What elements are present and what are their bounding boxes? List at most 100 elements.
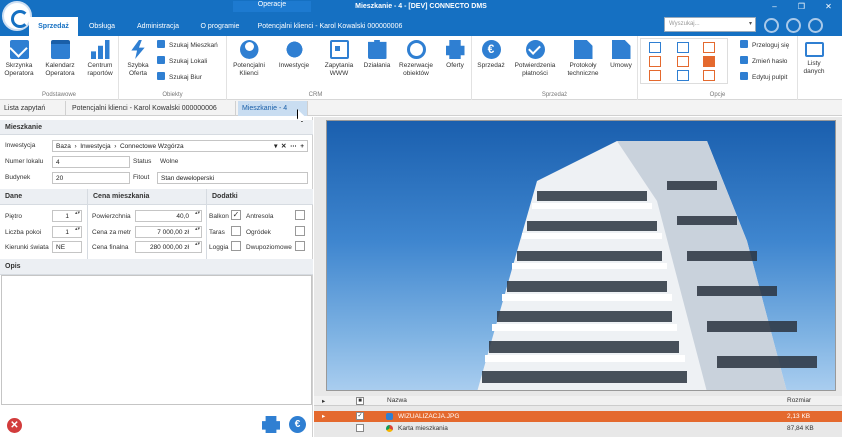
document-tabs: Lista zapytań Potencjalni klienci - Karo… <box>0 100 842 116</box>
potencjalni-klienci-button[interactable]: Potencjalni Klienci <box>229 38 269 78</box>
inwestycja-actions[interactable]: ▾ ✕ ⋯ + <box>274 142 304 150</box>
column-nazwa[interactable]: Nazwa <box>387 397 407 404</box>
theme-option-icon[interactable] <box>649 70 661 81</box>
sync-icon[interactable] <box>764 18 779 33</box>
theme-option-icon[interactable] <box>677 42 689 53</box>
rezerwacje-obiektow-button[interactable]: Rezerwacje obiektów <box>396 38 436 78</box>
close-button[interactable]: ✕ <box>815 0 842 14</box>
minimize-button[interactable]: – <box>761 0 788 14</box>
antresola-checkbox[interactable] <box>295 210 305 220</box>
inwestycje-button[interactable]: Inwestycje <box>275 38 313 70</box>
theme-option-icon[interactable] <box>703 70 715 81</box>
balkon-checkbox[interactable]: ✓ <box>231 210 241 220</box>
balkon-label: Balkon <box>209 213 229 220</box>
cancel-button[interactable]: ✕ <box>7 418 22 433</box>
cena-za-metr-label: Cena za metr <box>92 229 132 236</box>
search-input[interactable]: Wyszukaj... <box>664 17 756 32</box>
refresh-icon[interactable] <box>786 18 801 33</box>
inwestycja-breadcrumb[interactable]: Baza › Inwestycja › Connectowe Wzgórza ▾… <box>52 140 308 152</box>
sprzedaz-button[interactable]: € Sprzedaż <box>474 38 508 70</box>
column-rozmiar[interactable]: Rozmiar <box>787 397 811 404</box>
contract-icon <box>611 40 631 59</box>
theme-option-icon[interactable] <box>703 42 715 53</box>
kalendarz-operatora-button[interactable]: Kalendarz Operatora <box>40 38 80 78</box>
taras-checkbox[interactable] <box>231 226 241 236</box>
cena-finalna-label: Cena finalna <box>92 244 129 251</box>
listy-danych-button[interactable]: Listy danych <box>800 38 828 76</box>
theme-option-icon[interactable] <box>649 56 661 67</box>
budynek-input[interactable]: 20 <box>52 172 130 184</box>
apartment-photo[interactable] <box>326 120 836 391</box>
tab-obsluga[interactable]: Obsługa <box>80 17 124 36</box>
powierzchnia-stepper[interactable]: 40,0 <box>135 210 202 222</box>
theme-option-selected-icon[interactable] <box>703 56 715 67</box>
id-card-icon <box>329 40 349 59</box>
centrum-raportow-button[interactable]: Centrum raportów <box>84 38 116 78</box>
window-controls: – ❐ ✕ <box>761 0 842 14</box>
potwierdzenia-platnosci-button[interactable]: Potwierdzenia płatności <box>510 38 560 78</box>
edytuj-pulpit-button[interactable]: Edytuj pulpit <box>740 72 787 82</box>
group-label: Sprzedaż <box>541 92 568 98</box>
select-all-checkbox[interactable]: ■ <box>356 397 364 405</box>
skrzynka-operatora-button[interactable]: Skrzynka Operatora <box>2 38 36 78</box>
monitor-icon <box>804 42 824 57</box>
zapytania-www-button[interactable]: Zapytania WWW <box>318 38 360 78</box>
euro-icon: € <box>481 40 501 59</box>
cena-za-metr-stepper[interactable]: 7 000,00 zł <box>135 226 202 238</box>
file-row[interactable]: Karta mieszkania 87,84 KB <box>314 423 842 434</box>
szukaj-biur-button[interactable]: Szukaj Biur <box>157 72 202 82</box>
desktop-icon <box>740 72 748 80</box>
tab-potencjalni-klienci[interactable]: Potencjalni klienci - Karol Kowalski 000… <box>252 17 408 36</box>
restore-button[interactable]: ❐ <box>788 0 815 14</box>
theme-option-icon[interactable] <box>677 56 689 67</box>
group-label: Opcje <box>709 92 726 98</box>
tab-o-programie[interactable]: O programie <box>192 17 248 36</box>
theme-gallery[interactable] <box>640 38 728 84</box>
antresola-label: Antresola <box>246 213 274 220</box>
ribbon: Skrzynka Operatora Kalendarz Operatora Cen… <box>0 36 842 100</box>
divider <box>87 189 88 259</box>
szukaj-mieszkan-button[interactable]: Szukaj Mieszkań <box>157 40 218 50</box>
przeloguj-button[interactable]: Przeloguj się <box>740 40 789 50</box>
status-value: Wolne <box>160 158 179 165</box>
szukaj-lokali-button[interactable]: Szukaj Lokali <box>157 56 207 66</box>
loggia-checkbox[interactable] <box>231 241 241 251</box>
group-obiekty: Szybka Oferta Szukaj Mieszkań Szukaj Loka… <box>119 36 227 100</box>
doc-tab-potencjalni-klienci[interactable]: Potencjalni klienci - Karol Kowalski 000… <box>68 101 236 116</box>
file-checkbox[interactable]: ✓ <box>356 412 364 420</box>
divider <box>206 189 207 259</box>
doc-tab-lista-zapytan[interactable]: Lista zapytań <box>0 101 66 116</box>
ogrodek-checkbox[interactable] <box>295 226 305 236</box>
cena-finalna-stepper[interactable]: 280 000,00 zł <box>135 241 202 253</box>
pietro-stepper[interactable]: 1 <box>52 210 82 222</box>
title-bar: Operacje Mieszkanie - 4 - [DEV] CONNECTO… <box>0 0 842 36</box>
protokoly-techniczne-button[interactable]: Protokoły techniczne <box>564 38 602 78</box>
numer-lokalu-input[interactable]: 4 <box>52 156 130 168</box>
kierunki-input[interactable]: NE <box>52 241 82 253</box>
group-label: Podstawowe <box>41 92 77 98</box>
zmien-haslo-button[interactable]: Zmień hasło <box>740 56 787 66</box>
image-file-icon <box>386 413 393 420</box>
connect-icon[interactable] <box>808 18 823 33</box>
dzialania-button[interactable]: Działania <box>360 38 394 70</box>
fitout-input[interactable]: Stan deweloperski <box>157 172 308 184</box>
szybka-oferta-button[interactable]: Szybka Oferta <box>123 38 153 78</box>
building-icon <box>157 56 165 64</box>
collapse-icon[interactable]: ▸ <box>322 397 325 405</box>
tab-sprzedaz[interactable]: Sprzedaż <box>29 17 78 36</box>
file-checkbox[interactable] <box>356 424 364 432</box>
liczba-pokoi-label: Liczba pokoi <box>5 229 42 236</box>
opis-textarea[interactable] <box>1 275 312 405</box>
sell-button[interactable]: € <box>289 416 306 433</box>
loggia-label: Loggia <box>209 244 229 251</box>
theme-option-icon[interactable] <box>649 42 661 53</box>
file-row[interactable]: ▸ ✓ WIZUALIZACJA.JPG 2,13 KB <box>314 411 842 422</box>
inwestycja-label: Inwestycja <box>5 142 36 149</box>
dwupoziomowe-checkbox[interactable] <box>295 241 305 251</box>
oferty-button[interactable]: Oferty <box>440 38 470 70</box>
liczba-pokoi-stepper[interactable]: 1 <box>52 226 82 238</box>
umowy-button[interactable]: Umowy <box>606 38 636 70</box>
media-panel: ▸ ■ Nazwa Rozmiar ▸ ✓ WIZUALIZACJA.JPG 2… <box>314 117 842 437</box>
theme-option-icon[interactable] <box>677 70 689 81</box>
tab-administracja[interactable]: Administracja <box>128 17 188 36</box>
